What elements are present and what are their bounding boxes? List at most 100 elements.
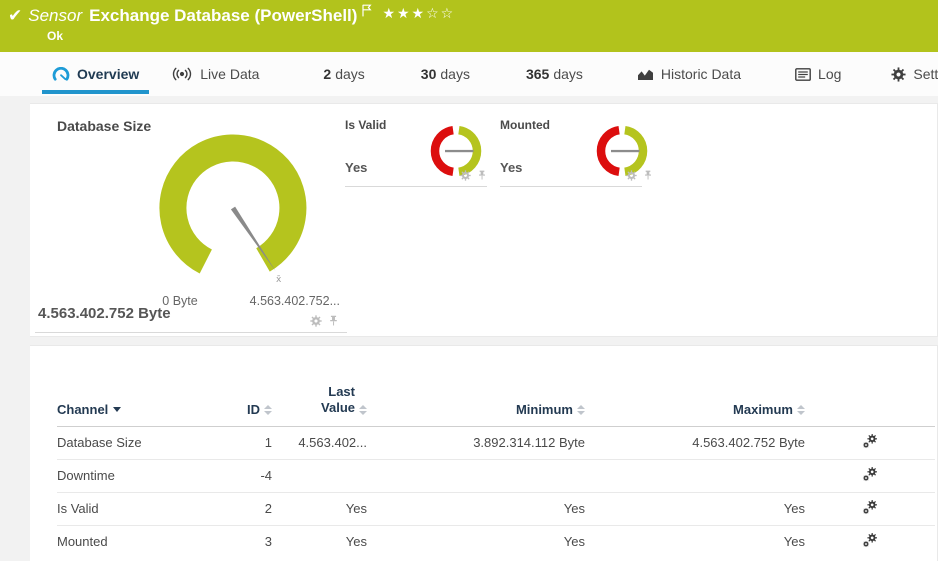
sort-desc-icon (113, 407, 121, 412)
table-row-database-size[interactable]: Database Size 1 4.563.402... 3.892.314.1… (57, 426, 935, 459)
pin-icon[interactable] (477, 170, 487, 180)
column-header-channel[interactable]: Channel (57, 384, 217, 426)
check-icon: ✔ (8, 6, 22, 26)
cell-minimum: Yes (367, 492, 585, 525)
column-label: Channel (57, 402, 108, 417)
database-size-gauge: x̄ (148, 126, 318, 294)
gauge-title-mounted: Mounted (500, 118, 550, 132)
cell-channel: Downtime (57, 459, 217, 492)
sort-icon (797, 405, 805, 415)
gear-icon[interactable] (626, 170, 637, 181)
tab-number: 365 (526, 66, 549, 82)
log-icon (795, 68, 811, 81)
object-kind-label: Sensor (28, 6, 82, 26)
cell-id: 3 (217, 525, 272, 558)
gauge-toolbar (310, 315, 339, 327)
cell-minimum: 3.892.314.112 Byte (367, 426, 585, 459)
cell-maximum: Yes (585, 492, 805, 525)
pin-icon[interactable] (643, 170, 653, 180)
divider (500, 186, 642, 187)
column-header-minimum[interactable]: Minimum (367, 384, 585, 426)
tab-label: Log (818, 66, 841, 82)
table-row-is-valid[interactable]: Is Valid 2 Yes Yes Yes (57, 492, 935, 525)
column-label: Last Value (309, 384, 355, 417)
tab-label: Live Data (200, 66, 259, 82)
tab-number: 30 (421, 66, 437, 82)
gauge-value: Yes (345, 160, 367, 175)
tab-30-days[interactable]: 30days (409, 52, 482, 96)
column-label: Maximum (733, 402, 793, 417)
cell-maximum: 4.563.402.752 Byte (585, 426, 805, 459)
tab-label: Historic Data (661, 66, 741, 82)
sort-icon (264, 405, 272, 415)
tab-log[interactable]: Log (783, 52, 853, 96)
gauges-panel: Database Size x̄ 0 Byte 4.563.402.752...… (30, 103, 938, 337)
cell-last-value (272, 459, 367, 492)
table-row-mounted[interactable]: Mounted 3 Yes Yes Yes (57, 525, 935, 558)
cell-last-value: Yes (272, 525, 367, 558)
cell-id: 2 (217, 492, 272, 525)
cell-channel: Mounted (57, 525, 217, 558)
tab-unit: days (335, 66, 365, 82)
gear-icon (891, 67, 906, 82)
priority-stars[interactable]: ★★★☆☆ (382, 6, 455, 22)
sort-icon (577, 405, 585, 415)
gauge-toolbar (460, 170, 487, 181)
gauge-value: Yes (500, 160, 522, 175)
sort-icon (359, 405, 367, 415)
pin-icon[interactable] (328, 315, 339, 326)
tab-label: Overview (77, 66, 139, 82)
cell-id: 1 (217, 426, 272, 459)
channels-panel: Channel ID Last Value Minimum Maximum Da… (30, 345, 938, 561)
gauge-title-is-valid: Is Valid (345, 118, 386, 132)
status-badge: Ok (0, 29, 938, 43)
tab-overview[interactable]: Overview (40, 52, 151, 96)
gear-icon[interactable] (310, 315, 322, 327)
column-header-settings (805, 384, 935, 426)
live-data-icon (171, 67, 193, 81)
cell-channel: Is Valid (57, 492, 217, 525)
gauge-title-database-size: Database Size (57, 118, 151, 134)
cell-last-value: Yes (272, 492, 367, 525)
column-label: ID (247, 402, 260, 417)
column-label: Minimum (516, 402, 573, 417)
tab-settings[interactable]: Settings (879, 52, 938, 96)
divider (345, 186, 487, 187)
table-header-row: Channel ID Last Value Minimum Maximum (57, 384, 935, 426)
cell-id: -4 (217, 459, 272, 492)
tab-label: Settings (913, 66, 938, 82)
column-header-maximum[interactable]: Maximum (585, 384, 805, 426)
gauge-max-label: 4.563.402.752... (230, 294, 340, 308)
tab-365-days[interactable]: 365days (514, 52, 595, 96)
prtg-sensor-page: ✔ Sensor Exchange Database (PowerShell) … (0, 0, 938, 561)
channel-settings-gears-icon[interactable] (862, 433, 878, 449)
tab-unit: days (553, 66, 583, 82)
channel-settings-gears-icon[interactable] (862, 499, 878, 515)
cell-maximum (585, 459, 805, 492)
gauge-icon (52, 67, 70, 82)
gauge-toolbar (626, 170, 653, 181)
channel-settings-gears-icon[interactable] (862, 532, 878, 548)
gear-icon[interactable] (460, 170, 471, 181)
channel-settings-gears-icon[interactable] (862, 466, 878, 482)
tab-unit: days (440, 66, 470, 82)
sensor-header: ✔ Sensor Exchange Database (PowerShell) … (0, 0, 938, 52)
historic-data-icon (637, 68, 654, 81)
column-header-id[interactable]: ID (217, 384, 272, 426)
cell-last-value: 4.563.402... (272, 426, 367, 459)
cell-channel: Database Size (57, 426, 217, 459)
channels-table: Channel ID Last Value Minimum Maximum Da… (57, 384, 935, 558)
gauge-value: 4.563.402.752 Byte (38, 305, 171, 322)
tab-2-days[interactable]: 2days (311, 52, 376, 96)
cell-maximum: Yes (585, 525, 805, 558)
table-row-downtime[interactable]: Downtime -4 (57, 459, 935, 492)
priority-flag-icon (361, 4, 372, 22)
tab-live-data[interactable]: Live Data (159, 52, 271, 96)
tab-historic-data[interactable]: Historic Data (625, 52, 753, 96)
cell-minimum (367, 459, 585, 492)
tab-bar: Overview Live Data 2days 30days 365days … (0, 52, 938, 96)
divider (35, 332, 347, 333)
column-header-last-value[interactable]: Last Value (272, 384, 367, 426)
tab-number: 2 (323, 66, 331, 82)
sensor-title: Exchange Database (PowerShell) (89, 6, 357, 26)
